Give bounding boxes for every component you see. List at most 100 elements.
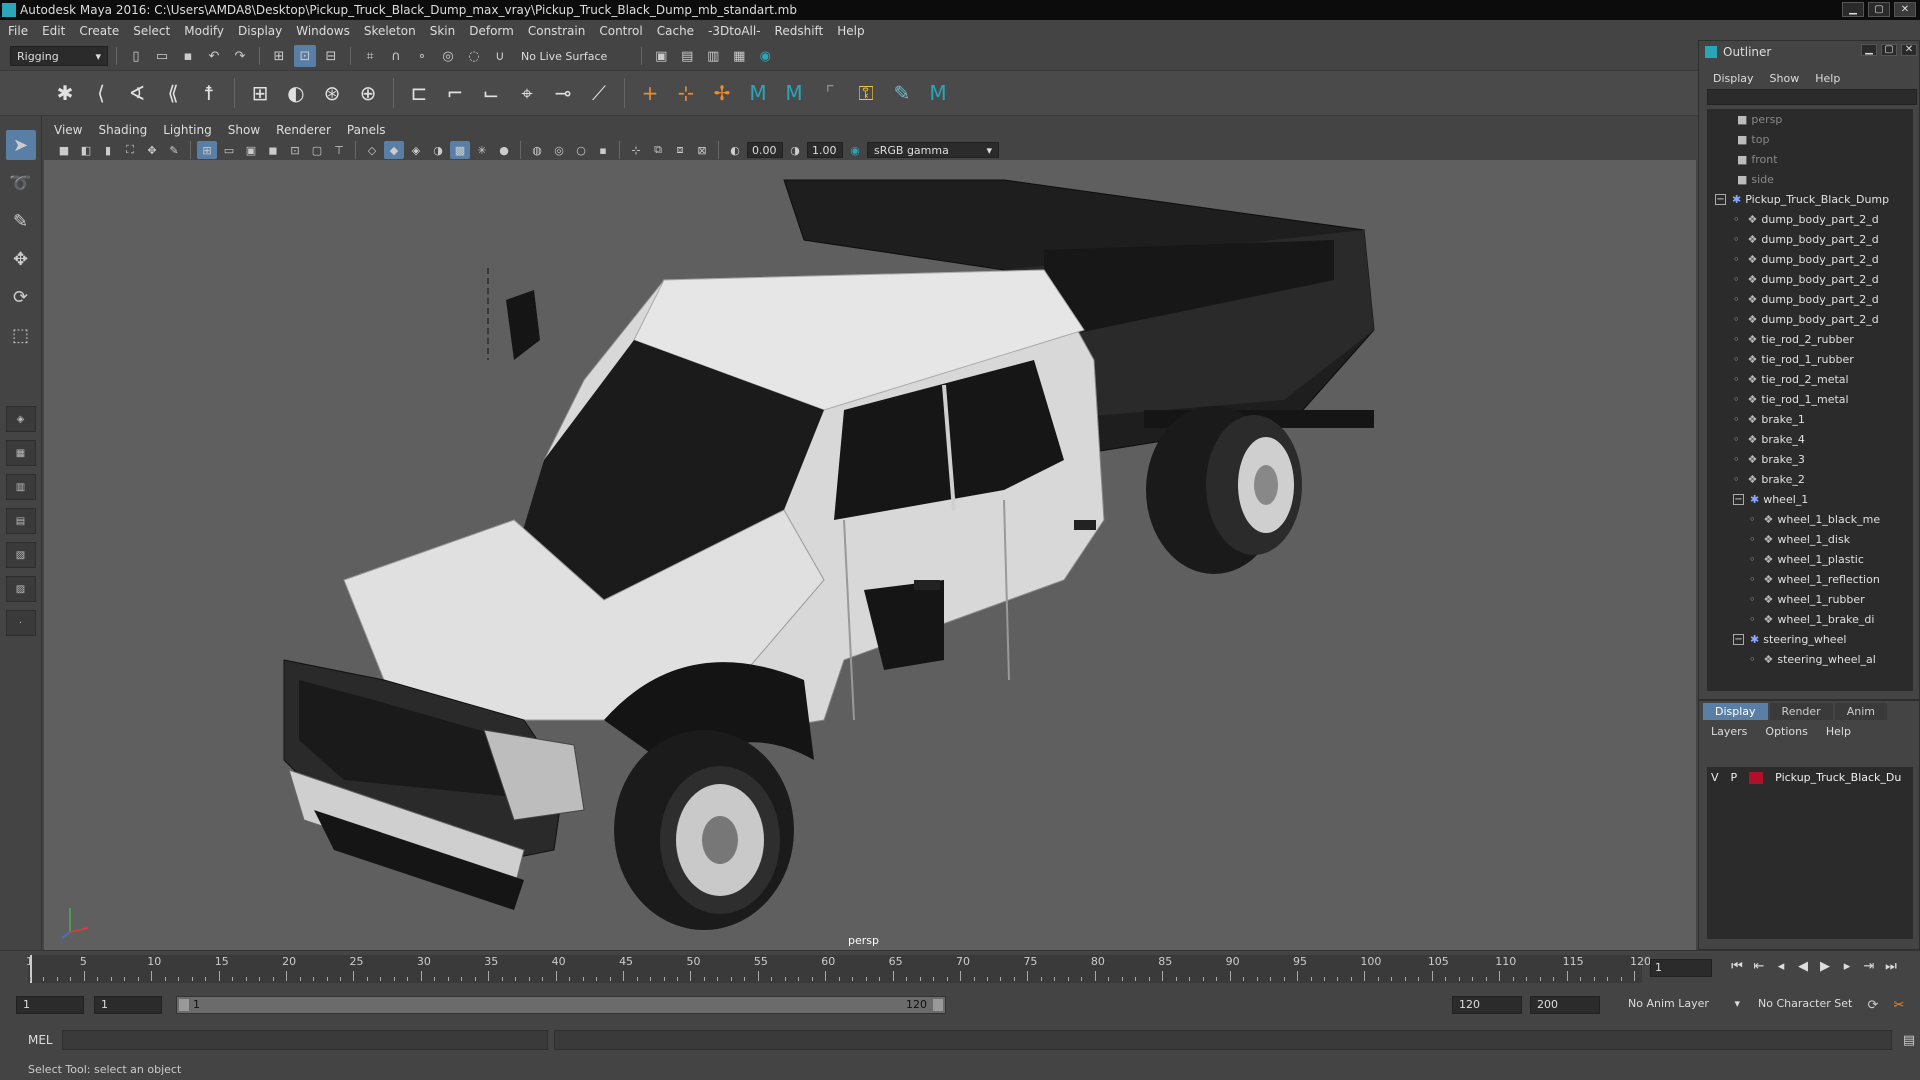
menu-redshift[interactable]: Redshift bbox=[775, 24, 824, 38]
humanik-icon[interactable]: ☨ bbox=[194, 78, 224, 108]
custom-layout-icon[interactable]: · bbox=[5, 610, 36, 636]
outliner-item-row[interactable]: ◦ ❖ steering_wheel_al bbox=[1707, 649, 1913, 669]
menu-edit[interactable]: Edit bbox=[42, 24, 65, 38]
minimize-button[interactable]: ▁ bbox=[1842, 2, 1864, 17]
layer-list[interactable]: V P Pickup_Truck_Black_Du bbox=[1707, 767, 1913, 939]
layer-color-swatch[interactable] bbox=[1749, 771, 1764, 784]
outliner-minimize-button[interactable]: ▁ bbox=[1861, 44, 1877, 56]
outliner-item-row[interactable]: ◦ ❖ brake_3 bbox=[1707, 449, 1913, 469]
time-ruler[interactable]: 1 5 10 15 20 25 30 35 40 45 50 55 60 65 70 75 80 85 90 95 10… bbox=[26, 955, 1651, 983]
orient-constraint-icon[interactable]: ✢ bbox=[707, 78, 737, 108]
panel-menu-show[interactable]: Show bbox=[228, 123, 260, 137]
wireframe-icon[interactable]: ◇ bbox=[362, 141, 382, 159]
wireframe-on-shaded-icon[interactable]: ◈ bbox=[406, 141, 426, 159]
outliner-item-row[interactable]: ◦ ❖ wheel_1_disk bbox=[1707, 529, 1913, 549]
layer-menu-help[interactable]: Help bbox=[1826, 725, 1851, 738]
copy-weights-icon[interactable]: ⊸ bbox=[548, 78, 578, 108]
wire-deformer-icon[interactable]: ⊛ bbox=[317, 78, 347, 108]
paint-weights-icon[interactable]: ⌙ bbox=[476, 78, 506, 108]
ipr-render-icon[interactable]: ▥ bbox=[702, 45, 724, 67]
outliner-item-row[interactable]: ◦ ❖ wheel_1_plastic bbox=[1707, 549, 1913, 569]
textured-icon[interactable]: ▩ bbox=[450, 141, 470, 159]
display-layer-row[interactable]: V P Pickup_Truck_Black_Du bbox=[1711, 771, 1901, 784]
create-lattice-icon[interactable]: ◐ bbox=[281, 78, 311, 108]
four-view-layout-icon[interactable]: ▦ bbox=[5, 440, 36, 466]
safe-action-icon[interactable]: ▢ bbox=[307, 141, 327, 159]
playback-start-field[interactable]: 1 bbox=[94, 996, 162, 1014]
step-back-key-icon[interactable]: ⇤ bbox=[1750, 959, 1768, 974]
script-editor-icon[interactable]: ▤ bbox=[1898, 1029, 1920, 1051]
animation-end-field[interactable]: 200 bbox=[1530, 996, 1600, 1014]
outliner-menu-show[interactable]: Show bbox=[1770, 72, 1800, 85]
bookmark-icon[interactable]: ▮ bbox=[98, 141, 118, 159]
menu-3dtoall[interactable]: -3DtoAll- bbox=[708, 24, 760, 38]
menu-skin[interactable]: Skin bbox=[430, 24, 456, 38]
lasso-tool-icon[interactable]: ➰ bbox=[6, 168, 36, 198]
use-all-lights-icon[interactable]: ✳ bbox=[472, 141, 492, 159]
outliner-group-row[interactable]: − ✱ steering_wheel bbox=[1707, 629, 1913, 649]
paint-tool-icon[interactable]: ✎ bbox=[887, 78, 917, 108]
default-material-icon[interactable]: ◑ bbox=[428, 141, 448, 159]
layer-menu-layers[interactable]: Layers bbox=[1711, 725, 1747, 738]
layer-menu-options[interactable]: Options bbox=[1765, 725, 1807, 738]
auto-key-icon[interactable]: ⟳ bbox=[1862, 994, 1884, 1016]
menu-create[interactable]: Create bbox=[79, 24, 119, 38]
go-to-start-icon[interactable]: ⏮ bbox=[1728, 959, 1746, 974]
truck-model[interactable] bbox=[44, 160, 1696, 950]
smooth-bind-icon[interactable]: ⌐ bbox=[440, 78, 470, 108]
select-object-icon[interactable]: ⊡ bbox=[294, 45, 316, 67]
depth-of-field-icon[interactable]: ▪ bbox=[593, 141, 613, 159]
mirror-weights-icon[interactable]: ⌖ bbox=[512, 78, 542, 108]
bind-skin-icon[interactable]: ⊏ bbox=[404, 78, 434, 108]
outliner-item-row[interactable]: ◦ ❖ wheel_1_rubber bbox=[1707, 589, 1913, 609]
prune-weights-icon[interactable]: ⟋ bbox=[584, 78, 614, 108]
persp-graph-layout-icon[interactable]: ▤ bbox=[5, 508, 36, 534]
render-view-icon[interactable]: ▣ bbox=[650, 45, 672, 67]
animation-start-field[interactable]: 1 bbox=[16, 996, 84, 1014]
layer-tab-anim[interactable]: Anim bbox=[1834, 703, 1887, 720]
playback-end-field[interactable]: 120 bbox=[1452, 996, 1522, 1014]
outliner-menu-help[interactable]: Help bbox=[1815, 72, 1840, 85]
single-view-layout-icon[interactable]: ◈ bbox=[5, 406, 36, 432]
move-tool-icon[interactable]: ✥ bbox=[6, 244, 36, 274]
anti-aliasing-icon[interactable]: ○ bbox=[571, 141, 591, 159]
resolution-gate-icon[interactable]: ▣ bbox=[241, 141, 261, 159]
outliner-item-row[interactable]: ◦ ❖ dump_body_part_2_d bbox=[1707, 309, 1913, 329]
select-camera-icon[interactable]: ■ bbox=[54, 141, 74, 159]
outliner-item-row[interactable]: ◦ ❖ brake_4 bbox=[1707, 429, 1913, 449]
exposure-field[interactable]: 0.00 bbox=[747, 142, 783, 158]
menu-display[interactable]: Display bbox=[238, 24, 282, 38]
anim-layer-dropdown[interactable]: No Anim Layer ▾ bbox=[1622, 996, 1744, 1014]
open-scene-icon[interactable]: ▭ bbox=[151, 45, 173, 67]
set-driven-key-icon[interactable]: ⚿ bbox=[851, 78, 881, 108]
menu-deform[interactable]: Deform bbox=[469, 24, 514, 38]
ik-handle-icon[interactable]: ⟨ bbox=[86, 78, 116, 108]
parent-constraint-icon[interactable]: + bbox=[635, 78, 665, 108]
maya-logo-shelf-icon[interactable]: M bbox=[923, 78, 953, 108]
xray-icon[interactable]: ⧉ bbox=[648, 141, 668, 159]
snap-surface-icon[interactable]: ◌ bbox=[463, 45, 485, 67]
outliner-item-row[interactable]: ◦ ❖ wheel_1_black_me bbox=[1707, 509, 1913, 529]
outliner-item-row[interactable]: ◦ ❖ tie_rod_1_rubber bbox=[1707, 349, 1913, 369]
2d-pan-zoom-icon[interactable]: ✥ bbox=[142, 141, 162, 159]
outliner-group-row[interactable]: − ✱ Pickup_Truck_Black_Dump bbox=[1707, 189, 1913, 209]
panel-menu-shading[interactable]: Shading bbox=[98, 123, 147, 137]
command-language-label[interactable]: MEL bbox=[28, 1033, 58, 1047]
outliner-item-row[interactable]: ■ side bbox=[1707, 169, 1913, 189]
animation-preferences-icon[interactable]: ✂ bbox=[1888, 994, 1910, 1016]
outliner-item-row[interactable]: ◦ ❖ tie_rod_2_rubber bbox=[1707, 329, 1913, 349]
point-constraint-icon[interactable]: ⊹ bbox=[671, 78, 701, 108]
undo-icon[interactable]: ↶ bbox=[203, 45, 225, 67]
menu-select[interactable]: Select bbox=[133, 24, 170, 38]
create-cluster-icon[interactable]: ⊞ bbox=[245, 78, 275, 108]
outliner-close-button[interactable]: ✕ bbox=[1901, 44, 1917, 56]
perspective-viewport[interactable] bbox=[44, 160, 1696, 950]
outliner-item-row[interactable]: ◦ ❖ tie_rod_1_metal bbox=[1707, 389, 1913, 409]
menuset-dropdown[interactable]: Rigging ▾ bbox=[10, 46, 108, 66]
color-management-icon[interactable]: ◉ bbox=[845, 141, 865, 159]
command-input[interactable] bbox=[62, 1030, 548, 1050]
character-set-dropdown[interactable]: No Character Set bbox=[1752, 996, 1874, 1014]
view-transform-dropdown[interactable]: sRGB gamma ▾ bbox=[867, 142, 999, 158]
maximize-button[interactable]: ▢ bbox=[1868, 2, 1890, 17]
outliner-item-row[interactable]: ◦ ❖ dump_body_part_2_d bbox=[1707, 289, 1913, 309]
